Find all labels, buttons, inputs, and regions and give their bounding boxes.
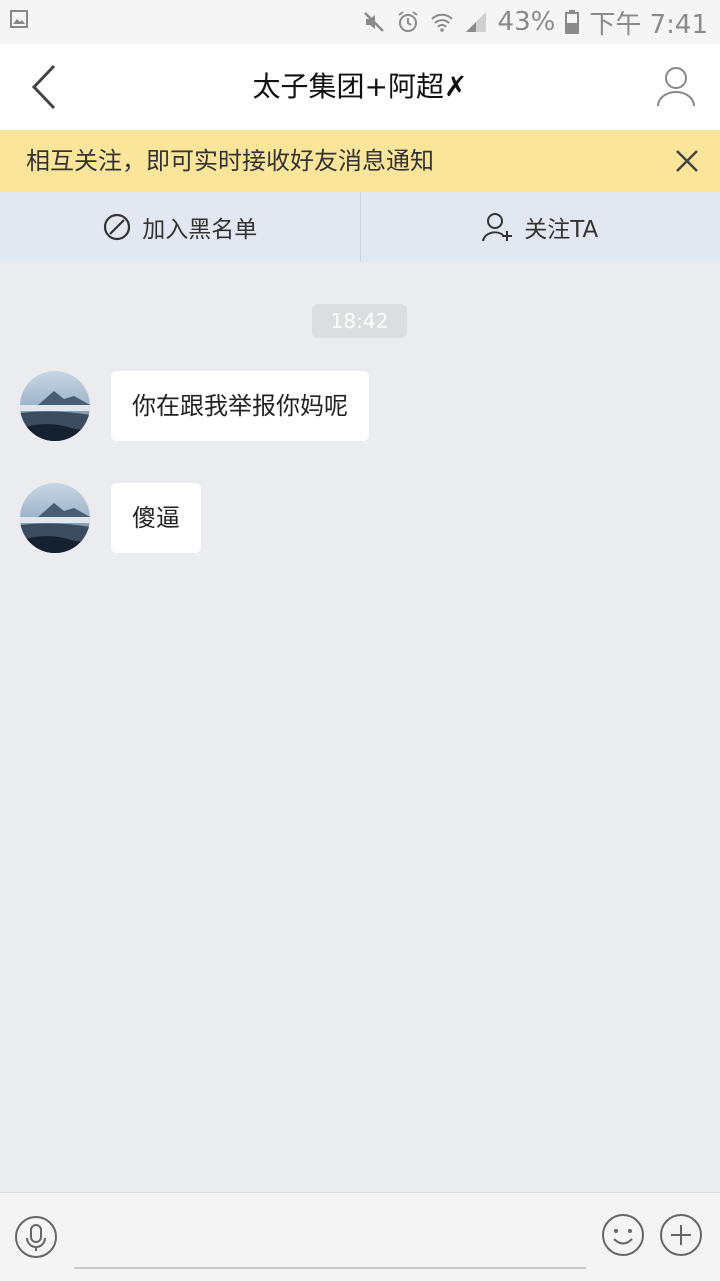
avatar[interactable] — [20, 371, 90, 441]
notice-text: 相互关注，即可实时接收好友消息通知 — [26, 130, 434, 192]
microphone-icon — [14, 1215, 58, 1259]
battery-icon — [565, 10, 579, 34]
message-bubble[interactable]: 你在跟我举报你妈呢 — [111, 371, 369, 441]
plus-icon — [659, 1213, 703, 1257]
page-title: 太子集团+阿超✗ — [0, 44, 720, 130]
follow-notice-banner: 相互关注，即可实时接收好友消息通知 — [0, 130, 720, 192]
avatar[interactable] — [20, 483, 90, 553]
emoji-icon — [601, 1213, 645, 1257]
follow-button[interactable]: 关注TA — [360, 192, 720, 262]
message-input[interactable] — [74, 1213, 586, 1269]
image-icon — [10, 10, 28, 28]
add-user-icon — [482, 211, 514, 243]
notice-close-button[interactable] — [672, 146, 702, 176]
message-bubble[interactable]: 傻逼 — [111, 483, 201, 553]
profile-button[interactable] — [656, 64, 696, 108]
status-bar: 43% 下午 7:41 — [0, 0, 720, 44]
alarm-icon — [396, 10, 420, 34]
block-label: 加入黑名单 — [142, 210, 257, 244]
more-button[interactable] — [659, 1213, 703, 1257]
mute-icon — [362, 10, 386, 34]
block-button[interactable]: 加入黑名单 — [0, 192, 360, 262]
battery-percent: 43% — [498, 7, 556, 37]
emoji-button[interactable] — [601, 1213, 645, 1257]
wifi-icon — [430, 10, 454, 34]
input-bar — [0, 1192, 720, 1281]
chat-header: 太子集团+阿超✗ — [0, 44, 720, 131]
chat-timestamp: 18:42 — [312, 304, 407, 338]
user-icon — [656, 64, 696, 108]
block-icon — [102, 212, 132, 242]
signal-icon — [464, 10, 488, 34]
clock: 下午 7:41 — [589, 4, 708, 41]
voice-button[interactable] — [14, 1215, 58, 1259]
action-bar: 加入黑名单 关注TA — [0, 192, 720, 262]
close-icon — [672, 146, 702, 176]
follow-label: 关注TA — [524, 210, 598, 244]
